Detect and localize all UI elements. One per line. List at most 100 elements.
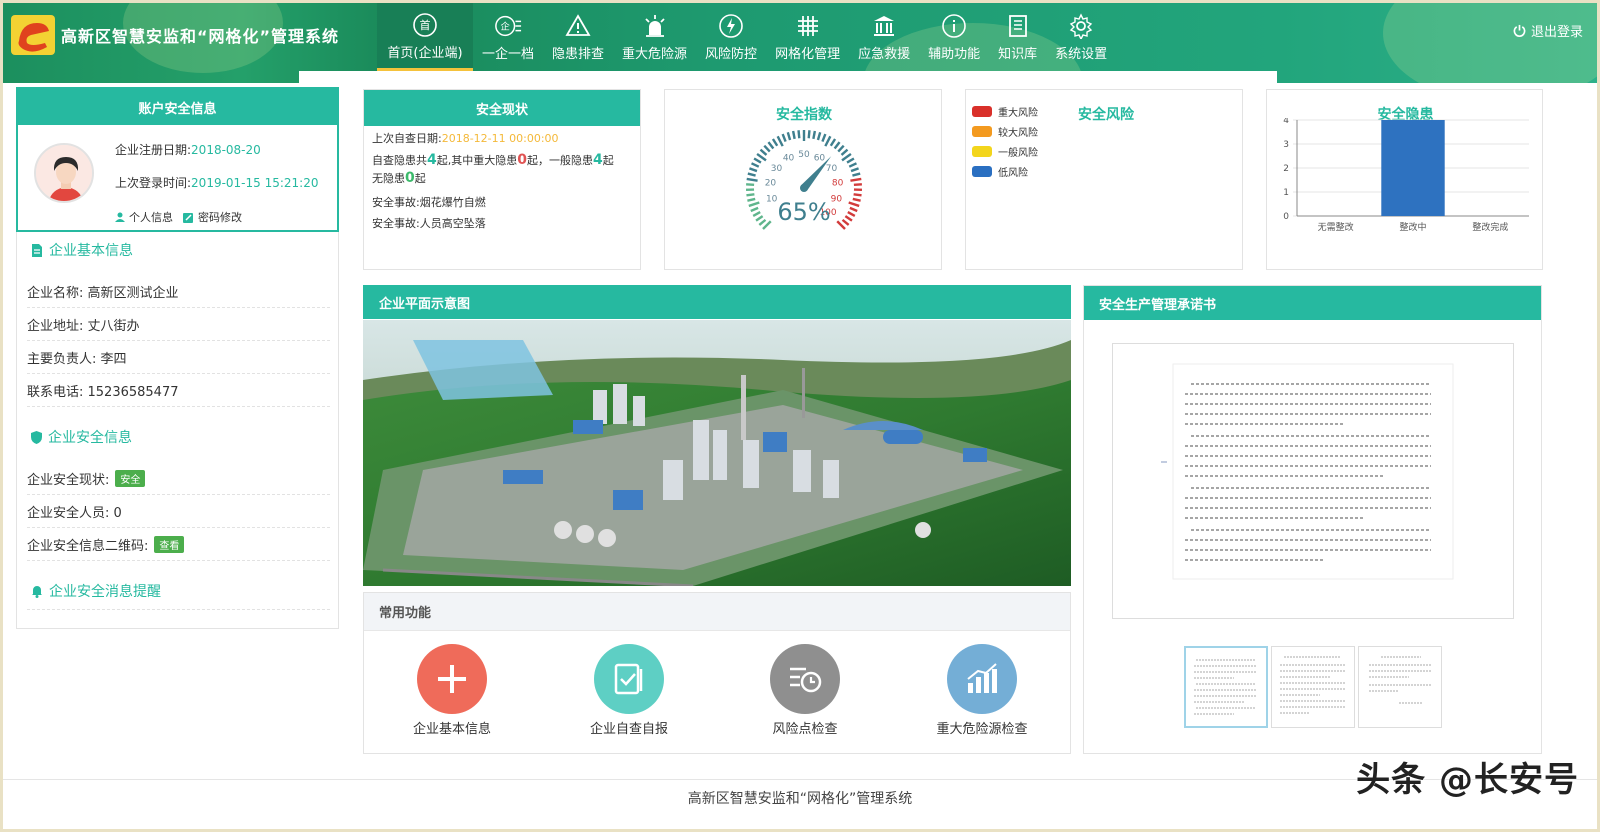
last-login-label: 上次登录时间:	[115, 176, 192, 190]
info-row-safety-staff: 企业安全人员: 0	[27, 496, 330, 528]
footer: 高新区智慧安监和“网格化”管理系统 头条 @长安号	[3, 760, 1597, 829]
thumbnail-page	[1194, 659, 1256, 715]
legend-item-general: 一般风险	[972, 144, 1038, 159]
thumbnail-page	[1369, 656, 1431, 704]
gauge-tick	[821, 133, 827, 142]
info-row-address: 企业地址: 丈八街办	[27, 309, 330, 341]
nav-company-file[interactable]: 企 一企一档	[473, 3, 543, 71]
building-icon	[870, 12, 898, 40]
legend-item-major: 重大风险	[972, 104, 1038, 119]
info-row-manager: 主要负责人: 李四	[27, 342, 330, 374]
legend-label: 重大风险	[998, 108, 1038, 119]
text: 无隐患	[372, 172, 405, 185]
clipboard-check-icon	[594, 644, 664, 714]
nav-risk-control[interactable]: 风险防控	[696, 3, 766, 71]
power-icon	[1513, 24, 1526, 37]
last-login: 上次登录时间:2019-01-15 15:21:20	[115, 174, 319, 191]
profile-link[interactable]: 个人信息	[115, 209, 173, 225]
site-plan-image[interactable]	[363, 320, 1071, 586]
nav-major-hazard[interactable]: 重大危险源	[613, 3, 696, 71]
safety-index-panel: 安全指数 10 20 30 40 50 60 70 80 90 100 65%	[664, 89, 942, 270]
gauge-tick	[852, 197, 861, 202]
fn-major-hazard-check[interactable]: 重大危险源检查	[907, 644, 1057, 737]
legend-swatch	[972, 166, 992, 177]
logout-button[interactable]: 退出登录	[1513, 21, 1583, 40]
nav-knowledge[interactable]: 知识库	[989, 3, 1046, 71]
nav-auxiliary[interactable]: 辅助功能	[919, 3, 989, 71]
home-icon: 首	[411, 11, 439, 39]
gauge-tick	[755, 215, 764, 222]
view-qr-button[interactable]: 查看	[154, 536, 185, 553]
avatar	[34, 143, 94, 203]
gauge-tick	[807, 130, 811, 139]
gauge-tick	[758, 218, 767, 226]
fn-self-check-report[interactable]: 企业自查自报	[554, 644, 704, 737]
gauge-tick	[844, 215, 853, 222]
accident-item[interactable]: 安全事故:人员高空坠落	[372, 215, 486, 231]
nav-home[interactable]: 首 首页(企业端)	[377, 3, 473, 71]
gauge-tick	[791, 130, 796, 140]
bar-chart-icon	[947, 644, 1017, 714]
main-nav: 首 首页(企业端) 企 一企一档 隐患排查 重大危险源 风险防控 网格化管理 应…	[377, 3, 1116, 71]
hazard-bar-chart: 0 1 2 3 4 无需整改 整改中 整改完成	[1283, 118, 1529, 233]
app-title: 高新区智慧安监和“网格化”管理系统	[61, 27, 340, 46]
gauge-tick-label: 60	[814, 154, 826, 164]
hazard-total: 4	[427, 152, 437, 168]
qr-label: 企业安全信息二维码:	[27, 539, 149, 554]
user-icon	[115, 212, 125, 222]
accident-item[interactable]: 安全事故:烟花爆竹自燃	[372, 194, 486, 210]
document-thumbnail[interactable]	[1358, 646, 1442, 728]
company-file-icon: 企	[494, 12, 522, 40]
document-thumbnail[interactable]	[1184, 646, 1268, 728]
bar	[1381, 120, 1445, 216]
nav-hazard-check[interactable]: 隐患排查	[543, 3, 613, 71]
nav-label: 应急救援	[858, 47, 911, 62]
gauge-tick-label: 80	[832, 179, 844, 189]
safety-status-label: 企业安全现状:	[27, 473, 110, 488]
gauge-tick-label: 40	[783, 154, 795, 164]
register-date-label: 企业注册日期:	[115, 143, 192, 157]
bell-icon	[32, 585, 42, 598]
gauge-tick	[781, 133, 787, 142]
account-security-panel: 账户安全信息 企业注册日期:2018-08-20 上次登录时间:2019-01-…	[16, 87, 339, 232]
nav-emergency[interactable]: 应急救援	[849, 3, 919, 71]
commitment-document-preview[interactable]	[1112, 343, 1514, 619]
legend-swatch	[972, 126, 992, 137]
gauge-tick	[776, 135, 784, 147]
document-icon	[32, 243, 42, 257]
nav-label: 知识库	[998, 47, 1038, 62]
gauge-tick	[763, 144, 771, 153]
last-login-value: 2019-01-15 15:21:20	[191, 176, 319, 190]
y-tick-label: 3	[1283, 140, 1289, 150]
nav-settings[interactable]: 系统设置	[1046, 3, 1116, 71]
gauge-tick	[752, 211, 761, 217]
x-tick-label: 整改完成	[1472, 221, 1508, 233]
document-thumbnail[interactable]	[1271, 646, 1355, 728]
gauge-tick	[748, 201, 760, 208]
safety-info-heading: 企业安全信息	[31, 427, 132, 447]
gauge-tick	[771, 138, 779, 147]
gauge-tick	[853, 193, 862, 197]
gauge-tick-label: 20	[765, 179, 777, 189]
grid-icon	[794, 12, 822, 40]
account-panel-title: 账户安全信息	[18, 89, 337, 125]
x-tick-label: 无需整改	[1318, 221, 1354, 233]
info-row-phone: 联系电话: 15236585477	[27, 375, 330, 407]
y-tick-label: 2	[1283, 164, 1289, 174]
gauge-tick	[852, 172, 861, 177]
safety-info-title: 企业安全信息	[48, 430, 132, 446]
fn-company-basic-info[interactable]: 企业基本信息	[377, 644, 527, 737]
warning-triangle-icon	[564, 12, 592, 40]
risk-title: 安全风险	[1078, 107, 1134, 123]
nav-grid-management[interactable]: 网格化管理	[766, 3, 849, 71]
document-page-image	[1161, 363, 1454, 580]
gear-icon	[1067, 12, 1095, 40]
gauge-tick-label: 70	[826, 164, 838, 174]
text: 起	[602, 154, 614, 167]
messages-title: 企业安全消息提醒	[49, 584, 161, 600]
change-password-link[interactable]: 密码修改	[183, 209, 242, 225]
fn-risk-point-check[interactable]: 风险点检查	[730, 644, 880, 737]
legend-item-larger: 较大风险	[972, 124, 1038, 139]
legend-label: 一般风险	[998, 148, 1038, 159]
messages-heading[interactable]: 企业安全消息提醒	[31, 581, 161, 601]
